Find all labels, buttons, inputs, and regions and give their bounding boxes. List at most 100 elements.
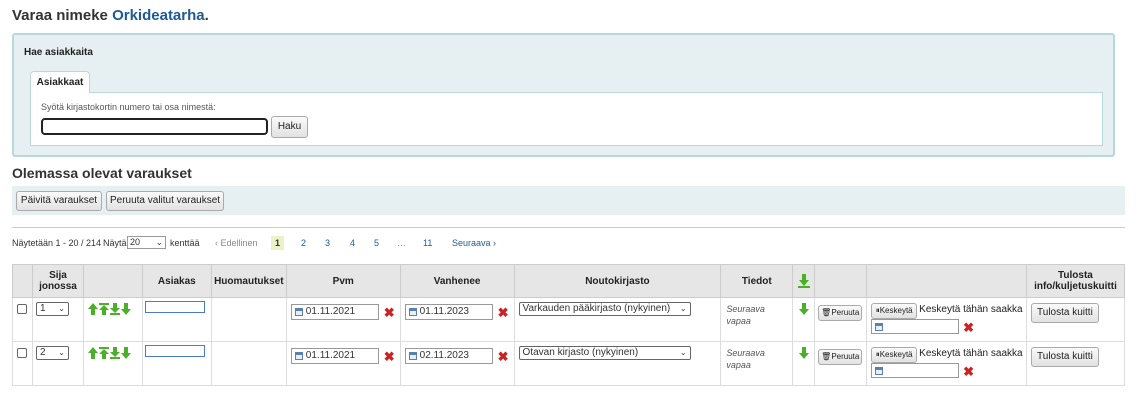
hold-status: Seuraava vapaa [726,347,765,371]
pickup-library-select[interactable]: Varkauden pääkirjasto (nykyinen) ⌄ [518,302,691,316]
suspend-hold-button[interactable]: ⏸Keskeytä [871,347,918,363]
hold-status: Seuraava vapaa [726,303,765,327]
page-link-5[interactable]: 5 [374,236,379,250]
divider [12,227,1125,228]
cancel-hold-label: Peruuta [831,308,860,317]
move-bottom-icon[interactable] [109,303,120,315]
col-header-arrows [82,264,143,298]
expiration-date-value: 01.11.2023 [419,306,469,317]
notes-cell [210,297,287,342]
delete-x-icon[interactable]: ✖ [384,350,395,363]
calendar-icon[interactable] [408,308,417,316]
page-link-1[interactable]: 1 [271,236,285,250]
delete-x-icon[interactable]: ✖ [384,306,395,319]
patron-search-input[interactable] [41,118,268,135]
rank-value: 2 [39,347,46,358]
hold-status-line1: Seuraava [726,348,765,358]
suspend-until-label: Keskeytä tähän saakka [919,304,1023,315]
fields-label: kenttää [170,238,200,248]
rank-select[interactable]: 1 ⌄ [35,302,69,316]
update-holds-button[interactable]: Päivitä varaukset [16,191,102,211]
move-down-icon[interactable] [120,347,131,359]
suspend-hold-button[interactable]: ⏸Keskeytä [871,303,918,319]
title-record-link[interactable]: Orkideatarha [112,7,205,24]
suspend-hold-label: Keskeytä [879,306,913,315]
move-top-icon[interactable] [98,303,109,315]
page-title: Varaa nimeke Orkideatarha. [12,7,209,24]
chevron-down-icon: ⌄ [58,304,65,313]
col-header-details: Tiedot [720,264,794,298]
rank-select[interactable]: 2 ⌄ [35,346,69,360]
tab-patrons[interactable]: Asiakkaat [30,71,90,93]
suspend-until-input[interactable] [871,363,960,378]
lowest-priority-toggle-icon[interactable] [799,347,810,359]
delete-x-icon[interactable]: ✖ [498,350,509,363]
cancel-hold-button[interactable]: 🗑Peruuta [818,349,863,365]
delete-x-icon[interactable]: ✖ [963,365,974,378]
chevron-down-icon: ⌄ [58,348,65,357]
rank-value: 1 [39,303,46,314]
reserve-date-input[interactable]: 01.11.2021 [290,304,379,320]
suspend-hold-label: Keskeytä [879,350,913,359]
delete-x-icon[interactable]: ✖ [963,321,974,334]
calendar-icon[interactable] [408,352,417,360]
col-header-suspend [866,264,1027,298]
existing-holds-title: Olemassa olevat varaukset [12,165,192,181]
trash-icon: 🗑 [821,352,832,361]
reserve-date-value: 01.11.2021 [305,306,356,317]
print-slip-button[interactable]: Tulosta kuitti [1030,347,1099,367]
move-top-icon[interactable] [98,347,109,359]
move-arrows [87,303,131,315]
patron-search-panel: Hae asiakkaita Asiakkaat Syötä kirjastok… [12,33,1115,157]
suspend-until-input[interactable] [871,319,960,334]
reserve-date-input[interactable]: 01.11.2021 [290,348,379,364]
col-header-lowest-priority [792,264,816,298]
title-suffix: . [204,7,209,24]
expiration-date-value: 02.11.2023 [419,350,469,361]
move-bottom-icon[interactable] [109,347,120,359]
move-up-icon[interactable] [87,303,98,315]
pickup-library-value: Varkauden pääkirjasto (nykyinen) [522,303,671,314]
search-legend: Hae asiakkaita [24,47,93,58]
patron-link[interactable] [144,345,205,357]
page-link-4[interactable]: 4 [350,236,355,250]
expiration-date-input[interactable]: 02.11.2023 [404,348,493,364]
table-row: 2 ⌄ 01.11.2021 ✖ 02.11.2023 ✖ Otavan kirj… [12,341,1126,386]
select-hold-checkbox[interactable] [17,348,27,358]
patron-link[interactable] [144,301,205,313]
cancel-hold-button[interactable]: 🗑Peruuta [818,305,863,321]
col-header-date: Pvm [285,264,401,298]
calendar-icon[interactable] [875,367,884,375]
calendar-icon[interactable] [294,308,303,316]
page-link-2[interactable]: 2 [301,236,306,250]
col-header-expires: Vanhenee [399,264,515,298]
col-header-rank: Sija jonossa [31,264,84,298]
page-link-3[interactable]: 3 [325,236,330,250]
page-size-label: Näytä [103,238,127,248]
expiration-date-input[interactable]: 01.11.2023 [404,304,493,320]
search-button[interactable]: Haku [271,116,308,138]
page-size-select[interactable]: 20 ⌄ [127,236,166,249]
calendar-icon[interactable] [294,352,303,360]
holds-toolbar: Päivitä varaukset Peruuta valitut varauk… [12,186,1125,215]
lowest-priority-icon [797,274,810,288]
page-link-11[interactable]: 11 [423,236,432,250]
move-up-icon[interactable] [87,347,98,359]
pickup-library-select[interactable]: Otavan kirjasto (nykyinen) ⌄ [518,346,691,360]
col-header-print: Tulosta info/kuljetuskuitti [1025,264,1126,298]
lowest-priority-toggle-icon[interactable] [799,303,810,315]
select-hold-checkbox[interactable] [17,304,27,314]
search-hint: Syötä kirjastokortin numero tai osa nime… [41,102,216,112]
calendar-icon[interactable] [875,323,884,331]
cancel-selected-holds-button[interactable]: Peruuta valitut varaukset [106,191,224,211]
move-down-icon[interactable] [120,303,131,315]
hold-status-line2: vapaa [726,360,751,370]
title-prefix: Varaa nimeke [12,7,113,24]
col-header-pickup: Noutokirjasto [513,264,722,298]
chevron-down-icon: ⌄ [155,237,163,247]
chevron-down-icon: ⌄ [679,348,687,357]
delete-x-icon[interactable]: ✖ [498,306,509,319]
print-slip-button[interactable]: Tulosta kuitti [1030,303,1099,323]
next-page-link[interactable]: Seuraava › [452,236,496,250]
prev-page-link: ‹ Edellinen [215,238,258,248]
